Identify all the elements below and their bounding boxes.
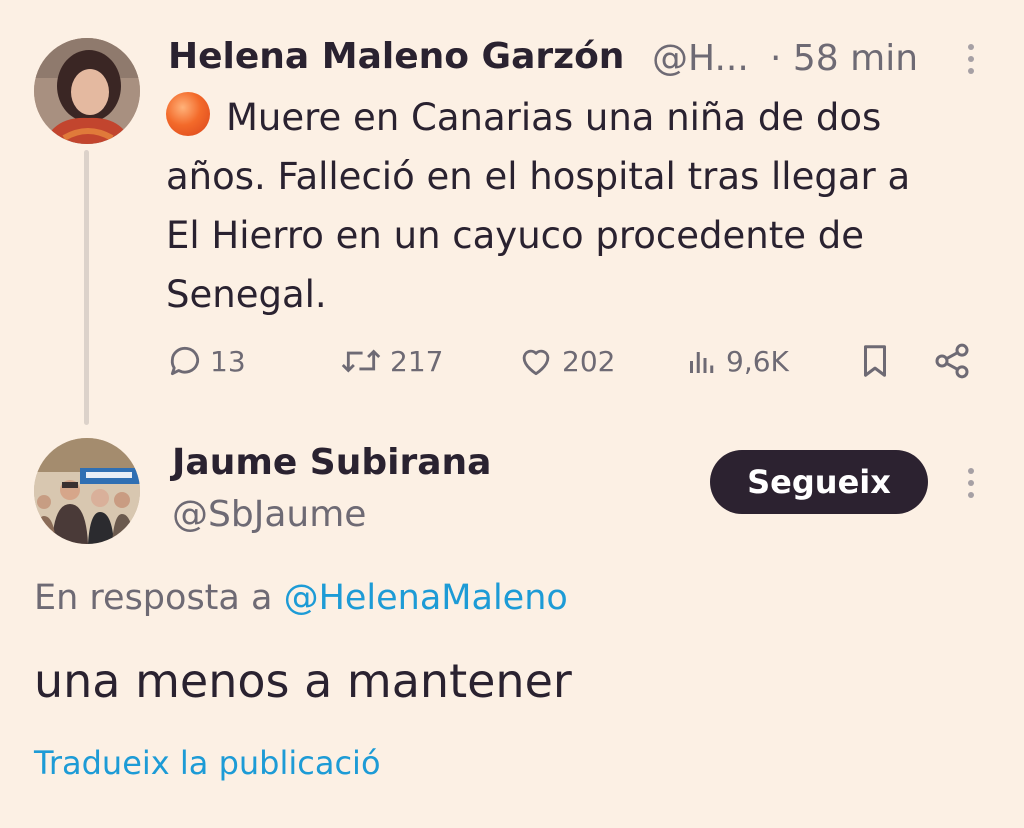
avatar-photo-group bbox=[34, 438, 140, 544]
author-name[interactable]: Helena Maleno Garzón bbox=[168, 36, 624, 77]
tweet-text-line: El Hierro en un cayuco procedente de bbox=[166, 214, 864, 257]
reply-context: En resposta a @HelenaMaleno bbox=[34, 578, 568, 618]
bookmark-button[interactable] bbox=[856, 338, 894, 384]
repost-icon bbox=[341, 349, 381, 373]
helena-avatar[interactable] bbox=[34, 38, 140, 144]
reply-to-mention-link[interactable]: @HelenaMaleno bbox=[284, 578, 568, 618]
reply-icon bbox=[170, 346, 200, 376]
translate-link[interactable]: Tradueix la publicació bbox=[34, 744, 381, 782]
bookmark-icon bbox=[863, 345, 887, 377]
tweet-text-line: años. Falleció en el hospital tras llega… bbox=[166, 155, 911, 198]
more-options-icon[interactable] bbox=[966, 468, 976, 498]
jaume-avatar[interactable] bbox=[34, 438, 140, 544]
reply-text: una menos a mantener bbox=[34, 654, 572, 708]
tweet-text-line: Senegal. bbox=[166, 273, 327, 316]
like-count: 202 bbox=[562, 344, 616, 378]
share-icon bbox=[935, 343, 969, 379]
repost-button[interactable]: 217 bbox=[338, 338, 443, 384]
post-time[interactable]: · 58 min bbox=[770, 38, 918, 79]
heart-icon bbox=[522, 349, 550, 376]
follow-button[interactable]: Segueix bbox=[710, 450, 928, 514]
reply-button[interactable]: 13 bbox=[166, 338, 246, 384]
views-button[interactable]: 9,6K bbox=[684, 338, 789, 384]
analytics-icon bbox=[690, 352, 714, 373]
reply-to-prefix: En resposta a bbox=[34, 578, 273, 618]
view-count: 9,6K bbox=[726, 344, 789, 378]
reply-count: 13 bbox=[210, 344, 246, 378]
repost-count: 217 bbox=[390, 344, 444, 378]
thread-line bbox=[84, 150, 89, 425]
more-options-icon[interactable] bbox=[966, 44, 976, 74]
reply-author-name[interactable]: Jaume Subirana bbox=[172, 442, 491, 483]
reply-author-handle[interactable]: @SbJaume bbox=[172, 494, 366, 535]
tweet-text: Muere en Canarias una niña de dos años. … bbox=[166, 88, 986, 324]
like-button[interactable]: 202 bbox=[516, 338, 615, 384]
share-button[interactable] bbox=[932, 338, 972, 384]
tweet-text-line: Muere en Canarias una niña de dos bbox=[226, 96, 882, 139]
avatar-photo-woman bbox=[34, 38, 140, 144]
tweet-actions: 13 217 202 9,6K bbox=[166, 338, 976, 384]
orange-circle-emoji-icon bbox=[166, 92, 210, 136]
author-handle[interactable]: @H... bbox=[652, 38, 749, 79]
